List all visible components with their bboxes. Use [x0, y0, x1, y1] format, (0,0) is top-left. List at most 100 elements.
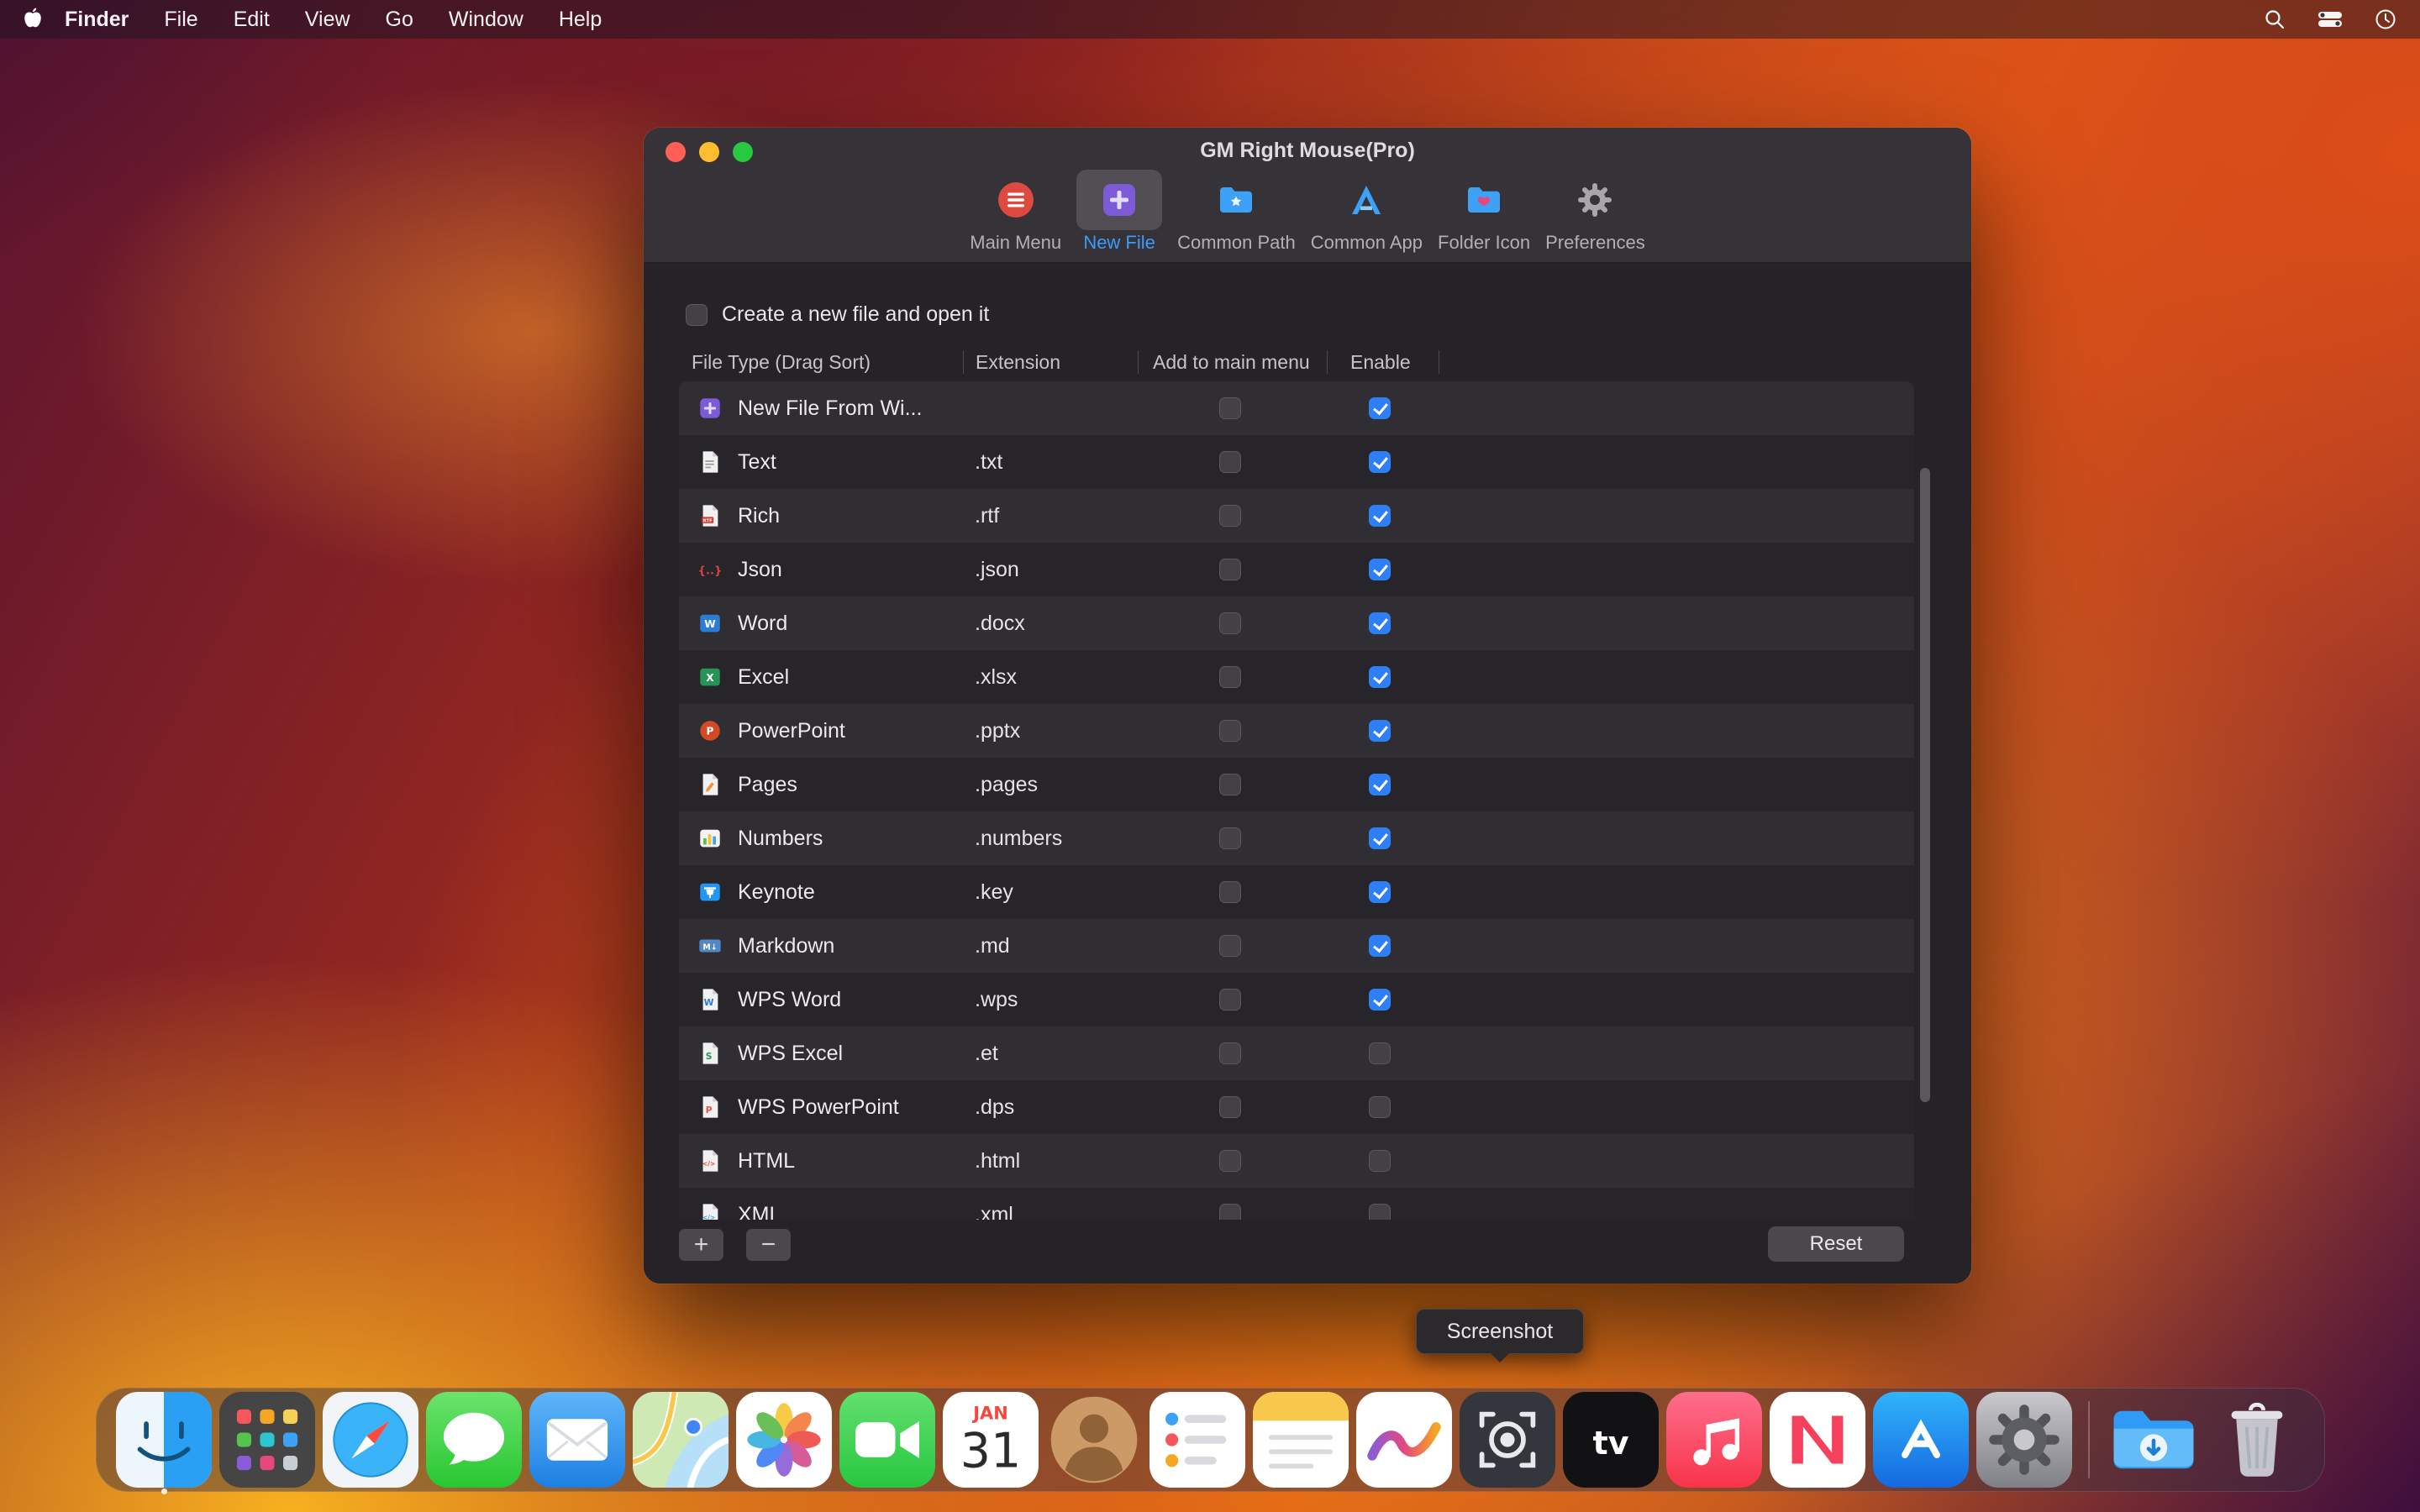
- enable-checkbox[interactable]: [1369, 666, 1391, 688]
- add-to-main-menu-checkbox[interactable]: [1219, 1096, 1241, 1118]
- column-header-enable[interactable]: Enable: [1350, 343, 1411, 381]
- dock-icon-facetime[interactable]: [839, 1392, 935, 1488]
- dock-icon-mail[interactable]: [529, 1392, 625, 1488]
- reset-button[interactable]: Reset: [1768, 1226, 1904, 1262]
- enable-checkbox[interactable]: [1369, 827, 1391, 849]
- add-to-main-menu-checkbox[interactable]: [1219, 397, 1241, 419]
- menu-item-finder[interactable]: Finder: [47, 0, 146, 39]
- enable-checkbox[interactable]: [1369, 1150, 1391, 1172]
- apple-menu[interactable]: [24, 7, 42, 33]
- enable-checkbox[interactable]: [1369, 1096, 1391, 1118]
- add-to-main-menu-checkbox[interactable]: [1219, 827, 1241, 849]
- table-row[interactable]: </>HTML.html: [679, 1134, 1914, 1188]
- clock-icon[interactable]: [2375, 8, 2396, 30]
- table-row[interactable]: Pages.pages: [679, 758, 1914, 811]
- dock-icon-messages[interactable]: [426, 1392, 522, 1488]
- add-to-main-menu-checkbox[interactable]: [1219, 1042, 1241, 1064]
- toolbar-tab-preferences[interactable]: Preferences: [1545, 170, 1645, 254]
- toolbar-tab-new-file[interactable]: New File: [1076, 170, 1162, 254]
- dock-icon-photos[interactable]: [736, 1392, 832, 1488]
- dock-icon-reminders[interactable]: [1150, 1392, 1245, 1488]
- add-to-main-menu-checkbox[interactable]: [1219, 559, 1241, 580]
- table-row[interactable]: SWPS Excel.et: [679, 1026, 1914, 1080]
- add-to-main-menu-checkbox[interactable]: [1219, 774, 1241, 795]
- enable-checkbox[interactable]: [1369, 505, 1391, 527]
- dock-icon-freeform[interactable]: [1356, 1392, 1452, 1488]
- dock-icon-launchpad[interactable]: [219, 1392, 315, 1488]
- dock-icon-screenshot[interactable]: [1460, 1392, 1555, 1488]
- table-row[interactable]: Text.txt: [679, 435, 1914, 489]
- menu-item-file[interactable]: File: [146, 0, 215, 39]
- dock-icon-maps[interactable]: [633, 1392, 729, 1488]
- enable-checkbox[interactable]: [1369, 1042, 1391, 1064]
- column-header-add-to-main-menu[interactable]: Add to main menu: [1153, 343, 1310, 381]
- add-to-main-menu-checkbox[interactable]: [1219, 1150, 1241, 1172]
- table-row[interactable]: Keynote.key: [679, 865, 1914, 919]
- column-header-file-type[interactable]: File Type (Drag Sort): [692, 343, 871, 381]
- table-row[interactable]: WWord.docx: [679, 596, 1914, 650]
- dock-icon-trash[interactable]: [2209, 1392, 2305, 1488]
- table-row[interactable]: PWPS PowerPoint.dps: [679, 1080, 1914, 1134]
- toolbar-tab-common-path[interactable]: Common Path: [1177, 170, 1296, 254]
- add-to-main-menu-checkbox[interactable]: [1219, 451, 1241, 473]
- menu-item-edit[interactable]: Edit: [216, 0, 287, 39]
- search-icon[interactable]: [2264, 8, 2286, 30]
- menu-item-view[interactable]: View: [287, 0, 368, 39]
- toolbar-tab-common-app[interactable]: Common App: [1311, 170, 1423, 254]
- enable-checkbox[interactable]: [1369, 1204, 1391, 1220]
- add-to-main-menu-checkbox[interactable]: [1219, 989, 1241, 1011]
- dock-icon-news[interactable]: [1770, 1392, 1865, 1488]
- table-row[interactable]: XExcel.xlsx: [679, 650, 1914, 704]
- add-row-button[interactable]: +: [679, 1229, 723, 1261]
- dock-icon-music[interactable]: [1666, 1392, 1762, 1488]
- dock-icon-appletv[interactable]: tv: [1563, 1392, 1659, 1488]
- menu-item-go[interactable]: Go: [368, 0, 431, 39]
- table-row[interactable]: M↓Markdown.md: [679, 919, 1914, 973]
- add-to-main-menu-checkbox[interactable]: [1219, 1204, 1241, 1220]
- enable-checkbox[interactable]: [1369, 881, 1391, 903]
- enable-checkbox[interactable]: [1369, 397, 1391, 419]
- add-to-main-menu-checkbox[interactable]: [1219, 612, 1241, 634]
- dock-icon-calendar[interactable]: JAN31: [943, 1392, 1039, 1488]
- dock-icon-notes[interactable]: [1253, 1392, 1349, 1488]
- dock-icon-contacts[interactable]: [1046, 1392, 1142, 1488]
- table-row[interactable]: Numbers.numbers: [679, 811, 1914, 865]
- menu-item-window[interactable]: Window: [431, 0, 541, 39]
- toolbar-tab-main-menu[interactable]: Main Menu: [970, 170, 1061, 254]
- enable-checkbox[interactable]: [1369, 720, 1391, 742]
- folder-heart-icon: [1441, 170, 1527, 230]
- enable-checkbox[interactable]: [1369, 989, 1391, 1011]
- add-to-main-menu-checkbox[interactable]: [1219, 505, 1241, 527]
- add-to-main-menu-checkbox[interactable]: [1219, 881, 1241, 903]
- new-file-doc-icon: [697, 396, 723, 421]
- file-type-name: XML: [738, 1188, 781, 1220]
- table-row[interactable]: RTFRich.rtf: [679, 489, 1914, 543]
- menu-item-help[interactable]: Help: [541, 0, 619, 39]
- enable-checkbox[interactable]: [1369, 612, 1391, 634]
- enable-checkbox[interactable]: [1369, 559, 1391, 580]
- enable-checkbox[interactable]: [1369, 935, 1391, 957]
- add-to-main-menu-checkbox[interactable]: [1219, 935, 1241, 957]
- create-file-checkbox[interactable]: [686, 304, 708, 326]
- control-center-icon[interactable]: [2317, 11, 2343, 28]
- table-scrollbar[interactable]: [1920, 461, 1930, 1299]
- remove-row-button[interactable]: −: [746, 1229, 791, 1261]
- table-row[interactable]: {..}Json.json: [679, 543, 1914, 596]
- dock-icon-finder[interactable]: [116, 1392, 212, 1488]
- dock-icon-settings[interactable]: [1976, 1392, 2072, 1488]
- table-row[interactable]: WWPS Word.wps: [679, 973, 1914, 1026]
- add-to-main-menu-checkbox[interactable]: [1219, 666, 1241, 688]
- enable-checkbox[interactable]: [1369, 774, 1391, 795]
- scrollbar-thumb[interactable]: [1920, 468, 1930, 1102]
- add-to-main-menu-checkbox[interactable]: [1219, 720, 1241, 742]
- enable-checkbox[interactable]: [1369, 451, 1391, 473]
- table-row[interactable]: New File From Wi...: [679, 381, 1914, 435]
- dock-icon-downloads[interactable]: [2106, 1392, 2202, 1488]
- toolbar-tab-folder-icon[interactable]: Folder Icon: [1438, 170, 1530, 254]
- table-row[interactable]: </>XML.xml: [679, 1188, 1914, 1220]
- dock-icon-appstore[interactable]: [1873, 1392, 1969, 1488]
- table-row[interactable]: PPowerPoint.pptx: [679, 704, 1914, 758]
- column-header-extension[interactable]: Extension: [976, 343, 1060, 381]
- create-file-row[interactable]: Create a new file and open it: [686, 302, 989, 327]
- dock-icon-safari[interactable]: [323, 1392, 418, 1488]
